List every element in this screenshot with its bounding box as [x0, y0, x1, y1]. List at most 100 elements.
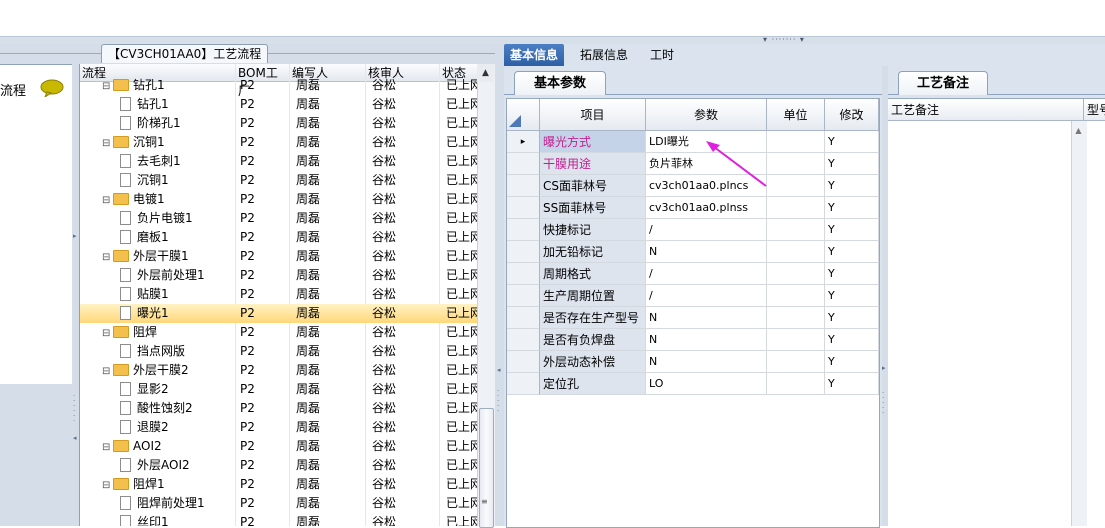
tree-row[interactable]: 外层AOI2 P2 周磊 谷松 已上网 — [80, 456, 478, 475]
tree-row-name[interactable]: 贴膜1 — [120, 285, 236, 304]
tree-row-name[interactable]: ⊟ 电镀1 — [102, 190, 236, 209]
param-modify-cell[interactable]: Y — [825, 175, 879, 197]
param-modify-cell[interactable]: Y — [825, 307, 879, 329]
tree-row-name[interactable]: 丝印1 — [120, 513, 236, 526]
nav-flow-label[interactable]: 流程 — [0, 80, 30, 99]
param-unit-cell[interactable] — [767, 153, 825, 175]
param-row[interactable]: 是否存在生产型号 N Y — [507, 307, 879, 329]
tree-row-name[interactable]: ⊟ 沉铜1 — [102, 133, 236, 152]
row-indicator[interactable] — [507, 153, 540, 175]
row-indicator[interactable] — [507, 329, 540, 351]
tree-row-name[interactable]: ⊟ 阻焊 — [102, 323, 236, 342]
param-unit-cell[interactable] — [767, 351, 825, 373]
param-row[interactable]: 干膜用途 负片菲林 Y — [507, 153, 879, 175]
param-row[interactable]: 是否有负焊盘 N Y — [507, 329, 879, 351]
tab-basic-params[interactable]: 基本参数 — [514, 71, 606, 95]
tree-row-name[interactable]: 磨板1 — [120, 228, 236, 247]
param-row[interactable]: ▸ 曝光方式 LDI曝光 Y — [507, 131, 879, 153]
tree-row[interactable]: 挡点网版 P2 周磊 谷松 已上网 — [80, 342, 478, 361]
tree-row[interactable]: ⊟ 外层干膜2 P2 周磊 谷松 已上网 — [80, 361, 478, 380]
row-indicator[interactable] — [507, 373, 540, 395]
type-header[interactable]: 型号 — [1084, 99, 1105, 121]
grid-header-item[interactable]: 项目 — [540, 99, 646, 131]
tab-process-notes[interactable]: 工艺备注 — [898, 71, 988, 95]
collapse-icon[interactable]: ⊟ — [102, 191, 111, 209]
tree-row[interactable]: 负片电镀1 P2 周磊 谷松 已上网 — [80, 209, 478, 228]
row-indicator[interactable] — [507, 219, 540, 241]
param-unit-cell[interactable] — [767, 219, 825, 241]
tree-row-name[interactable]: 曝光1 — [120, 304, 236, 323]
param-row[interactable]: 定位孔 LO Y — [507, 373, 879, 395]
row-indicator[interactable] — [507, 307, 540, 329]
collapse-icon[interactable]: ⊟ — [102, 438, 111, 456]
tree-row-name[interactable]: 酸性蚀刻2 — [120, 399, 236, 418]
tree-row[interactable]: 钻孔1 P2 周磊 谷松 已上网 — [80, 95, 478, 114]
tree-row[interactable]: 外层前处理1 P2 周磊 谷松 已上网 — [80, 266, 478, 285]
param-value-cell[interactable]: / — [646, 219, 767, 241]
param-unit-cell[interactable] — [767, 175, 825, 197]
param-unit-cell[interactable] — [767, 197, 825, 219]
tree-row-name[interactable]: ⊟ 阻焊1 — [102, 475, 236, 494]
tree-row[interactable]: ⊟ 外层干膜1 P2 周磊 谷松 已上网 — [80, 247, 478, 266]
tree-row-name[interactable]: ⊟ 外层干膜1 — [102, 247, 236, 266]
param-modify-cell[interactable]: Y — [825, 153, 879, 175]
row-pointer-icon[interactable]: ▸ — [507, 131, 540, 153]
tree-row-name[interactable]: 去毛刺1 — [120, 152, 236, 171]
tree-row[interactable]: 酸性蚀刻2 P2 周磊 谷松 已上网 — [80, 399, 478, 418]
tree-row[interactable]: 退膜2 P2 周磊 谷松 已上网 — [80, 418, 478, 437]
tree-row-name[interactable]: 挡点网版 — [120, 342, 236, 361]
tree-row-name[interactable]: ⊟ 外层干膜2 — [102, 361, 236, 380]
tree-row[interactable]: ⊟ 沉铜1 P2 周磊 谷松 已上网 — [80, 133, 478, 152]
param-modify-cell[interactable]: Y — [825, 197, 879, 219]
notes-scrollbar[interactable] — [1071, 121, 1087, 526]
tree-row-name[interactable]: 沉铜1 — [120, 171, 236, 190]
param-value-cell[interactable]: LO — [646, 373, 767, 395]
param-unit-cell[interactable] — [767, 373, 825, 395]
param-value-cell[interactable]: N — [646, 307, 767, 329]
collapse-icon[interactable]: ⊟ — [102, 362, 111, 380]
tree-row[interactable]: 曝光1 P2 周磊 谷松 已上网 — [80, 304, 478, 323]
tab-extended-info[interactable]: 拓展信息 — [574, 44, 634, 66]
param-modify-cell[interactable]: Y — [825, 263, 879, 285]
tab-basic-info[interactable]: 基本信息 — [504, 44, 565, 66]
grid-header-unit[interactable]: 单位 — [767, 99, 825, 131]
tree-row[interactable]: ⊟ 阻焊 P2 周磊 谷松 已上网 — [80, 323, 478, 342]
param-unit-cell[interactable] — [767, 307, 825, 329]
speech-bubble-icon[interactable] — [40, 79, 64, 97]
row-indicator[interactable] — [507, 175, 540, 197]
param-unit-cell[interactable] — [767, 285, 825, 307]
collapse-icon[interactable]: ⊟ — [102, 248, 111, 266]
tab-work-hours[interactable]: 工时 — [644, 44, 680, 66]
param-modify-cell[interactable]: Y — [825, 285, 879, 307]
row-indicator[interactable] — [507, 263, 540, 285]
param-value-cell[interactable]: / — [646, 263, 767, 285]
row-indicator[interactable] — [507, 197, 540, 219]
top-splitter-grip-icon[interactable]: ▾ ······· ▾ — [752, 36, 816, 44]
param-value-cell[interactable]: / — [646, 285, 767, 307]
param-unit-cell[interactable] — [767, 329, 825, 351]
param-unit-cell[interactable] — [767, 263, 825, 285]
param-row[interactable]: 外层动态补偿 N Y — [507, 351, 879, 373]
param-row[interactable]: 快捷标记 / Y — [507, 219, 879, 241]
tree-row[interactable]: ⊟ AOI2 P2 周磊 谷松 已上网 — [80, 437, 478, 456]
middle-splitter[interactable]: ◂ · · · · · — [495, 44, 504, 526]
collapse-icon[interactable]: ⊟ — [102, 324, 111, 342]
tree-row[interactable]: 阶梯孔1 P2 周磊 谷松 已上网 — [80, 114, 478, 133]
param-value-cell[interactable]: N — [646, 241, 767, 263]
param-modify-cell[interactable]: Y — [825, 219, 879, 241]
notes-header[interactable]: 工艺备注 — [888, 99, 1084, 121]
tree-row[interactable]: 去毛刺1 P2 周磊 谷松 已上网 — [80, 152, 478, 171]
param-unit-cell[interactable] — [767, 241, 825, 263]
param-unit-cell[interactable] — [767, 131, 825, 153]
tree-row-name[interactable]: ⊟ AOI2 — [102, 437, 236, 456]
tree-row-name[interactable]: 阶梯孔1 — [120, 114, 236, 133]
tree-row-name[interactable]: 退膜2 — [120, 418, 236, 437]
tree-row-name[interactable]: 钻孔1 — [120, 95, 236, 114]
left-splitter[interactable]: ▸ · · · · · · ◂ — [72, 64, 79, 526]
tree-row-name[interactable]: 显影2 — [120, 380, 236, 399]
tree-row-name[interactable]: 阻焊前处理1 — [120, 494, 236, 513]
row-indicator[interactable] — [507, 285, 540, 307]
row-indicator[interactable] — [507, 241, 540, 263]
collapse-icon[interactable]: ⊟ — [102, 77, 111, 95]
tree-row[interactable]: 沉铜1 P2 周磊 谷松 已上网 — [80, 171, 478, 190]
